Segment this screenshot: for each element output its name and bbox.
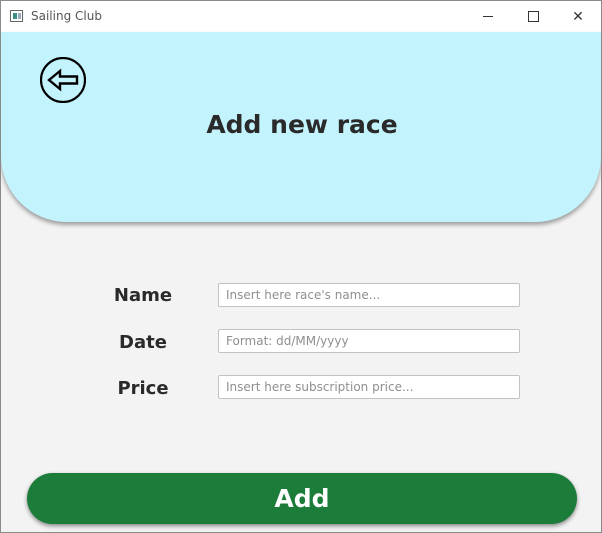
title-bar: Sailing Club ✕: [1, 1, 601, 32]
app-icon: [10, 10, 23, 22]
maximize-icon: [527, 11, 539, 22]
arrow-left-circle-icon: [39, 56, 87, 104]
date-label: Date: [119, 332, 167, 353]
app-window: Sailing Club ✕ Add new race Name Date Pr…: [0, 0, 602, 533]
race-date-input[interactable]: [218, 329, 520, 353]
minimize-button[interactable]: [465, 1, 511, 32]
minimize-icon: [483, 16, 493, 17]
race-name-input[interactable]: [218, 283, 520, 307]
add-button-label: Add: [274, 484, 330, 513]
page-title: Add new race: [206, 110, 398, 139]
price-label: Price: [117, 378, 169, 399]
back-button[interactable]: [39, 56, 87, 104]
window-title: Sailing Club: [31, 9, 102, 23]
add-button[interactable]: Add: [27, 473, 577, 524]
subscription-price-input[interactable]: [218, 375, 520, 399]
maximize-button[interactable]: [510, 1, 556, 32]
close-button[interactable]: ✕: [555, 1, 601, 32]
close-icon: ✕: [572, 8, 584, 25]
name-label: Name: [113, 285, 173, 306]
